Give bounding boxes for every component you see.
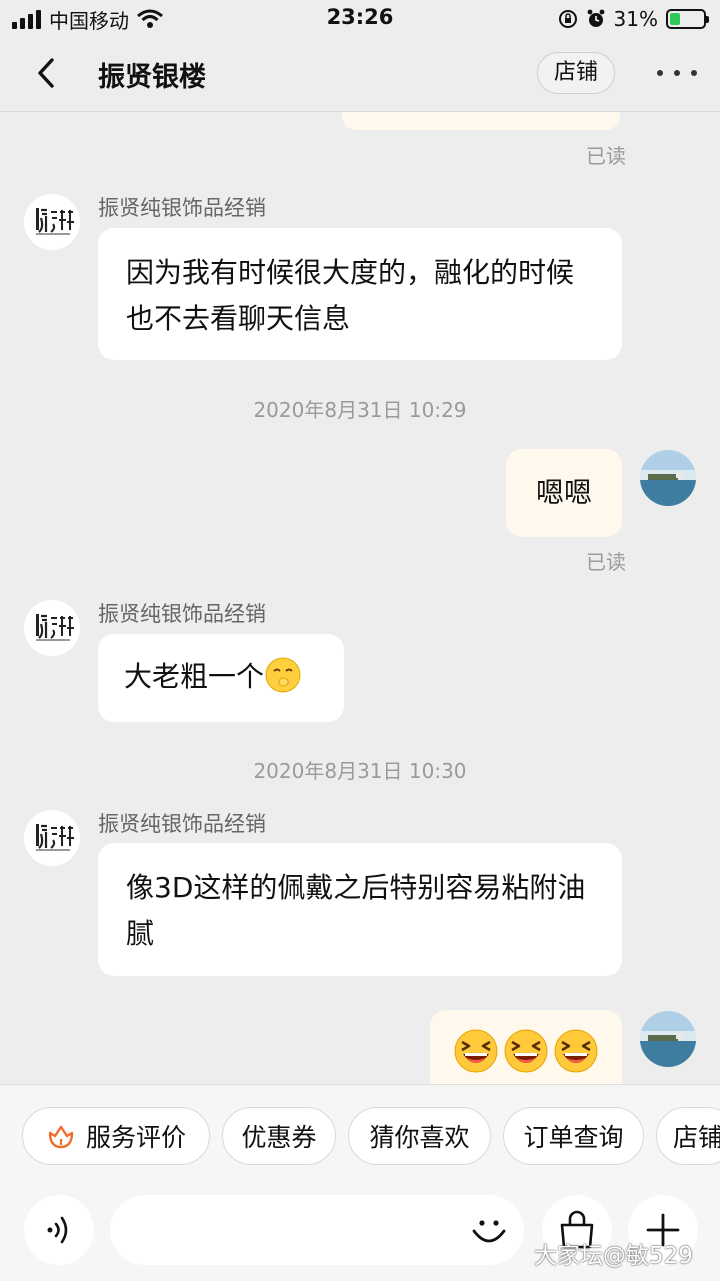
laughing-face-emoji-icon [504,1029,548,1073]
message-bubble[interactable]: 大老粗一个 [98,634,344,722]
battery-icon [666,9,709,29]
my-avatar[interactable] [640,450,696,506]
voice-button[interactable] [24,1195,94,1265]
laughing-face-emoji-icon [554,1029,598,1073]
message-bubble[interactable]: 因为我有时候很大度的，融化的时候也不去看聊天信息 [98,228,622,360]
timestamp: 2020年8月31日 10:30 [253,759,467,783]
quick-action-coupon[interactable]: 优惠券 [222,1107,336,1165]
alarm-icon [587,9,604,27]
watermark: 大家坛@敏529 [534,1243,693,1269]
shop-avatar[interactable] [24,600,80,656]
battery-percent: 31% [613,7,658,31]
nav-bar: 振贤银楼 店铺 [0,38,720,112]
message-text: 大老粗一个 [124,660,265,693]
my-message-bubble-partial[interactable] [342,112,620,130]
quick-action-service-rating[interactable]: 服务评价 [22,1107,210,1165]
quick-action-order-query[interactable]: 订单查询 [503,1107,644,1165]
message-bubble[interactable]: 像3D这样的佩戴之后特别容易粘附油腻 [98,843,622,976]
shush-face-emoji-icon [265,657,301,693]
read-receipt: 已读 [586,144,626,168]
timestamp: 2020年8月31日 10:29 [253,398,467,422]
my-emoji-bubble[interactable] [430,1010,622,1084]
quick-action-shop[interactable]: 店铺 [656,1107,720,1165]
chat-area[interactable]: 已读 振贤纯银饰品经销 因为我有时候很大度的，融化的时候也不去看聊天信息 202… [0,112,720,1084]
shop-avatar[interactable] [24,810,80,866]
my-avatar[interactable] [640,1011,696,1067]
sender-name: 振贤纯银饰品经销 [98,812,266,836]
my-message-bubble[interactable]: 嗯嗯 [506,449,622,537]
flower-icon [48,1125,74,1149]
more-options-icon[interactable] [657,60,697,86]
emoji-face-icon[interactable] [470,1211,508,1249]
page-title: 振贤银楼 [98,62,206,93]
shop-button[interactable]: 店铺 [537,52,615,94]
message-input[interactable] [110,1195,524,1265]
quick-action-label: 服务评价 [85,1123,186,1152]
shop-avatar[interactable] [24,194,80,250]
orientation-lock-icon [558,10,577,28]
read-receipt: 已读 [586,550,626,574]
laughing-face-emoji-icon [454,1029,498,1073]
status-bar: 中国移动 23:26 31% [0,0,720,38]
sender-name: 振贤纯银饰品经销 [98,196,266,220]
sender-name: 振贤纯银饰品经销 [98,602,266,626]
quick-action-guess-you-like[interactable]: 猜你喜欢 [348,1107,491,1165]
voice-icon [47,1216,68,1244]
back-arrow-icon[interactable] [30,56,64,90]
